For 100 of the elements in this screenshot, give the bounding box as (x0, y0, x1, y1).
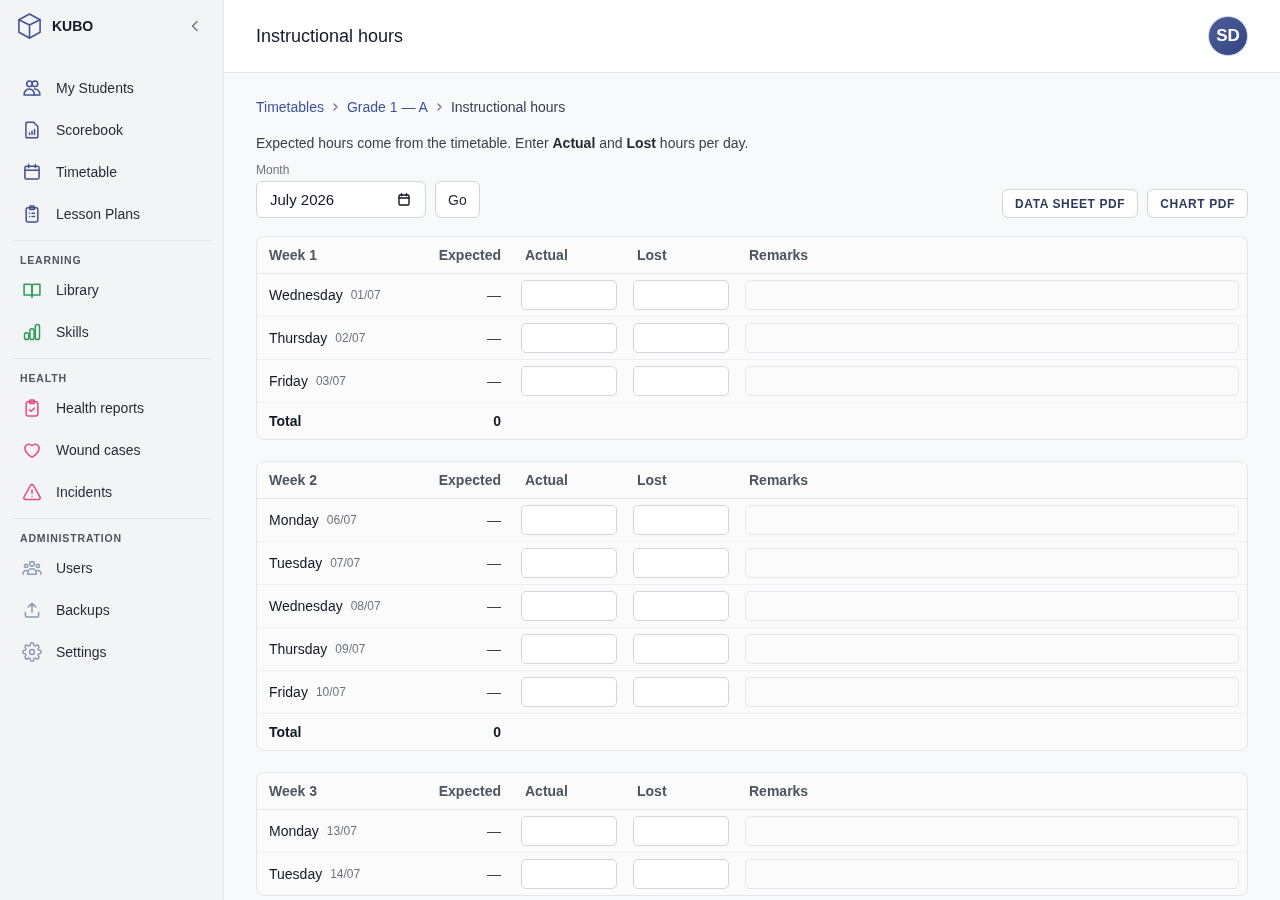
column-header: Expected (438, 247, 501, 263)
total-hours: 0 (493, 724, 501, 740)
section-heading: HEALTH (19, 371, 67, 386)
export-button[interactable]: DATA SHEET PDF (1002, 189, 1139, 218)
breadcrumb-link[interactable]: Grade 1 — A (346, 97, 428, 117)
expected-hours: — (487, 330, 501, 346)
go-button[interactable]: Go (435, 181, 480, 218)
day-name: Thursday (269, 641, 328, 657)
day-name: Monday (269, 512, 319, 528)
section-heading: ADMINISTRATION (19, 531, 122, 546)
expected-hours: — (487, 287, 501, 303)
day-name: Tuesday (269, 555, 323, 571)
field-label: Month (256, 162, 290, 178)
day-date: 13/07 (326, 824, 357, 838)
breadcrumb-current: Instructional hours (450, 98, 566, 117)
brand-name: KUBO (52, 18, 95, 34)
column-header: Lost (637, 247, 667, 263)
nav-item[interactable]: Backups (12, 590, 211, 630)
day-date: 03/07 (315, 374, 346, 388)
day-name: Wednesday (269, 287, 343, 303)
column-header: Remarks (749, 472, 809, 488)
column-header: Actual (525, 472, 568, 488)
export-button[interactable]: CHART PDF (1147, 189, 1248, 218)
hours-input[interactable] (633, 816, 729, 846)
nav-item[interactable]: Scorebook (12, 110, 211, 150)
section-heading: LEARNING (19, 253, 82, 268)
column-header: Lost (637, 783, 667, 799)
hours-input[interactable] (633, 505, 729, 535)
hours-input[interactable] (633, 634, 729, 664)
nav-item[interactable]: Health reports (12, 388, 211, 428)
hours-input[interactable] (633, 323, 729, 353)
page-title: Instructional hours (256, 25, 404, 47)
hours-input[interactable] (521, 280, 617, 310)
hours-input[interactable] (633, 548, 729, 578)
hours-input[interactable] (633, 366, 729, 396)
breadcrumb-link[interactable]: Timetables (256, 97, 324, 117)
expected-hours: — (487, 512, 501, 528)
hours-input[interactable] (633, 859, 729, 889)
expected-hours: — (487, 555, 501, 571)
hours-input[interactable] (521, 366, 617, 396)
expected-hours: — (487, 373, 501, 389)
day-date: 06/07 (326, 513, 357, 527)
day-name: Thursday (269, 330, 328, 346)
day-date: 09/07 (335, 642, 366, 656)
chevron-right-icon (332, 103, 338, 111)
column-header: Actual (525, 247, 568, 263)
month-field[interactable]: July 2026 (256, 181, 426, 218)
column-header: Remarks (749, 783, 809, 799)
total-label: Total (269, 724, 302, 740)
hours-input[interactable] (521, 816, 617, 846)
nav-item[interactable]: Users (12, 548, 211, 588)
hours-input[interactable] (521, 634, 617, 664)
week-title: Week 2 (269, 472, 317, 488)
column-header: Remarks (749, 247, 809, 263)
day-name: Friday (269, 684, 308, 700)
calendar-icon (398, 193, 410, 206)
day-date: 10/07 (315, 685, 346, 699)
chevron-right-icon (436, 103, 442, 111)
nav-item[interactable]: Wound cases (12, 430, 211, 470)
expected-hours: — (487, 866, 501, 882)
day-date: 14/07 (330, 867, 361, 881)
hours-input[interactable] (521, 677, 617, 707)
nav-item[interactable]: Incidents (12, 472, 211, 512)
nav-item[interactable]: Settings (12, 632, 211, 672)
column-header: Actual (525, 783, 568, 799)
expected-hours: — (487, 684, 501, 700)
hours-input[interactable] (521, 323, 617, 353)
column-header: Lost (637, 472, 667, 488)
day-date: 07/07 (330, 556, 361, 570)
cube-logo-icon (17, 12, 42, 40)
chevron-left-icon (189, 20, 201, 32)
hours-input[interactable] (633, 677, 729, 707)
week-title: Week 1 (269, 247, 317, 263)
user-avatar[interactable]: SD (1208, 16, 1248, 56)
column-header: Expected (438, 783, 501, 799)
day-name: Friday (269, 373, 308, 389)
day-date: 02/07 (335, 331, 366, 345)
instructions-text: Expected hours come from the timetable. Enter Actual and Lost hours per day. (256, 134, 750, 153)
nav-item[interactable]: Timetable (12, 152, 211, 192)
week-title: Week 3 (269, 783, 317, 799)
hours-input[interactable] (521, 859, 617, 889)
nav-item[interactable]: Skills (12, 312, 211, 352)
hours-input[interactable] (633, 591, 729, 621)
nav-item[interactable]: My Students (12, 68, 211, 108)
hours-input[interactable] (521, 548, 617, 578)
expected-hours: — (487, 641, 501, 657)
nav-item[interactable]: Lesson Plans (12, 194, 211, 234)
nav-item[interactable]: Library (12, 270, 211, 310)
day-date: 08/07 (350, 599, 381, 613)
day-name: Monday (269, 823, 319, 839)
expected-hours: — (487, 598, 501, 614)
hours-input[interactable] (633, 280, 729, 310)
total-hours: 0 (493, 413, 501, 429)
expected-hours: — (487, 823, 501, 839)
day-name: Wednesday (269, 598, 343, 614)
hours-input[interactable] (521, 505, 617, 535)
total-label: Total (269, 413, 302, 429)
hours-input[interactable] (521, 591, 617, 621)
day-name: Tuesday (269, 866, 323, 882)
day-date: 01/07 (350, 288, 381, 302)
